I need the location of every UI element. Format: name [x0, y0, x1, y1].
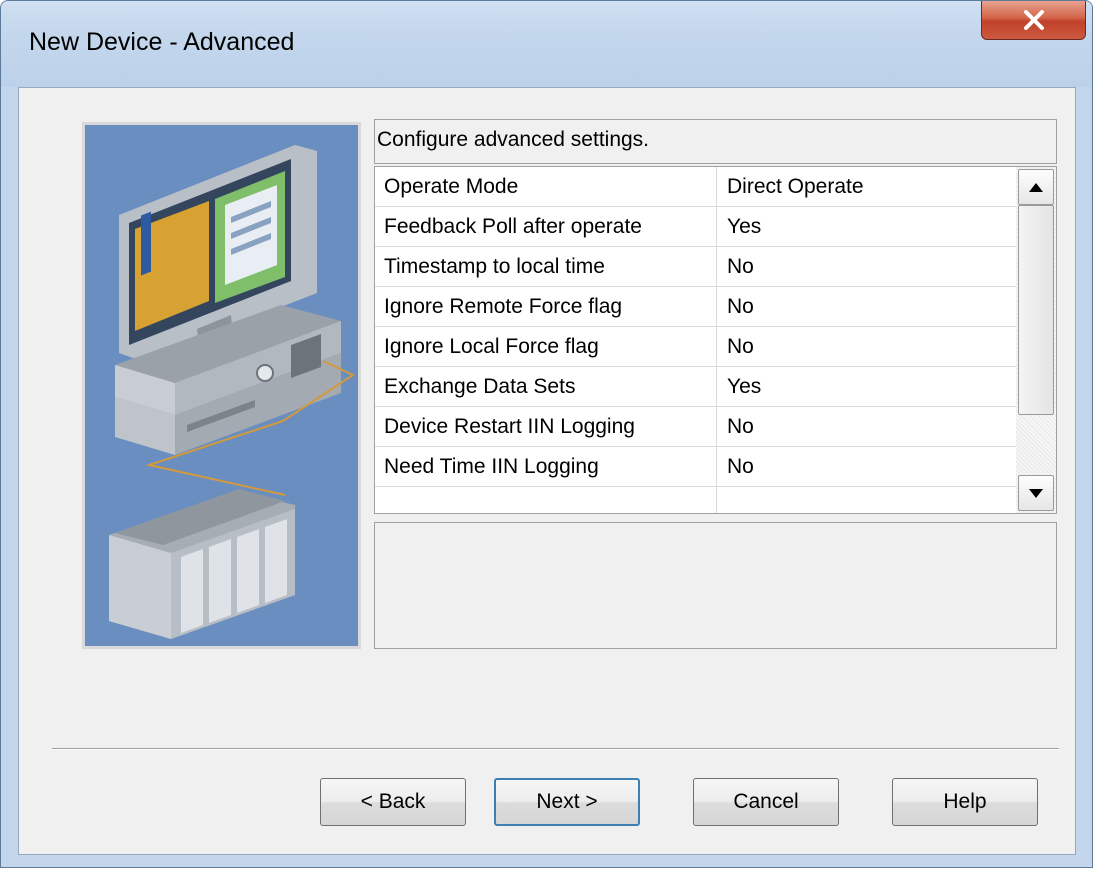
property-value[interactable]: Direct Operate [727, 175, 864, 199]
description-text: Configure advanced settings. [377, 128, 650, 151]
property-row-exchange-data-sets[interactable]: Exchange Data Sets Yes [375, 367, 1018, 407]
property-row-ignore-remote-force[interactable]: Ignore Remote Force flag No [375, 287, 1018, 327]
property-row-need-time-iin[interactable]: Need Time IIN Logging No [375, 447, 1018, 487]
window-title: New Device - Advanced [29, 28, 295, 56]
next-button-label: Next > [536, 790, 598, 813]
back-button-label: < Back [360, 790, 426, 813]
scroll-thumb[interactable] [1018, 205, 1054, 415]
help-button-label: Help [943, 790, 987, 813]
property-name: Ignore Remote Force flag [384, 295, 623, 318]
property-row-operate-mode[interactable]: Operate Mode Direct Operate [375, 167, 1018, 207]
vertical-scrollbar[interactable] [1016, 167, 1056, 513]
property-value[interactable]: No [727, 415, 754, 439]
next-button[interactable]: Next > [494, 778, 640, 826]
property-help-box [374, 522, 1057, 649]
property-row-empty[interactable] [375, 487, 1018, 513]
arrow-up-icon [1029, 182, 1043, 192]
property-row-feedback-poll[interactable]: Feedback Poll after operate Yes [375, 207, 1018, 247]
property-name: Feedback Poll after operate [384, 215, 642, 238]
arrow-down-icon [1029, 488, 1043, 498]
property-name: Operate Mode [384, 175, 519, 198]
close-button[interactable] [981, 1, 1086, 40]
help-button[interactable]: Help [892, 778, 1038, 826]
property-value[interactable]: No [727, 295, 754, 319]
property-name: Timestamp to local time [384, 255, 605, 278]
property-name: Exchange Data Sets [384, 375, 576, 398]
scroll-down-button[interactable] [1018, 475, 1054, 511]
property-value[interactable]: No [727, 255, 754, 279]
title-bar[interactable]: New Device - Advanced [1, 1, 1092, 87]
cancel-button-label: Cancel [733, 790, 799, 813]
cancel-button[interactable]: Cancel [693, 778, 839, 826]
window-frame-left [1, 87, 18, 867]
button-separator [52, 748, 1059, 750]
property-row-ignore-local-force[interactable]: Ignore Local Force flag No [375, 327, 1018, 367]
dialog-window: New Device - Advanced Configure advanced… [0, 0, 1093, 868]
property-value[interactable]: Yes [727, 215, 761, 239]
property-value[interactable]: Yes [727, 375, 761, 399]
wizard-illustration [82, 122, 361, 649]
property-value[interactable]: No [727, 455, 754, 479]
close-icon [1023, 9, 1044, 30]
property-row-device-restart-iin[interactable]: Device Restart IIN Logging No [375, 407, 1018, 447]
computer-plc-illustration [109, 145, 356, 639]
property-row-timestamp[interactable]: Timestamp to local time No [375, 247, 1018, 287]
dialog-client-area: Configure advanced settings. Operate Mod… [18, 87, 1076, 855]
description-box: Configure advanced settings. [374, 119, 1057, 164]
back-button[interactable]: < Back [320, 778, 466, 826]
window-frame-right [1076, 87, 1092, 867]
scroll-up-button[interactable] [1018, 169, 1054, 205]
property-grid[interactable]: Operate Mode Direct Operate Feedback Pol… [374, 166, 1057, 514]
property-name: Device Restart IIN Logging [384, 415, 635, 438]
property-name: Ignore Local Force flag [384, 335, 599, 358]
property-value[interactable]: No [727, 335, 754, 359]
window-frame-bottom [1, 853, 1092, 867]
property-name: Need Time IIN Logging [384, 455, 599, 478]
